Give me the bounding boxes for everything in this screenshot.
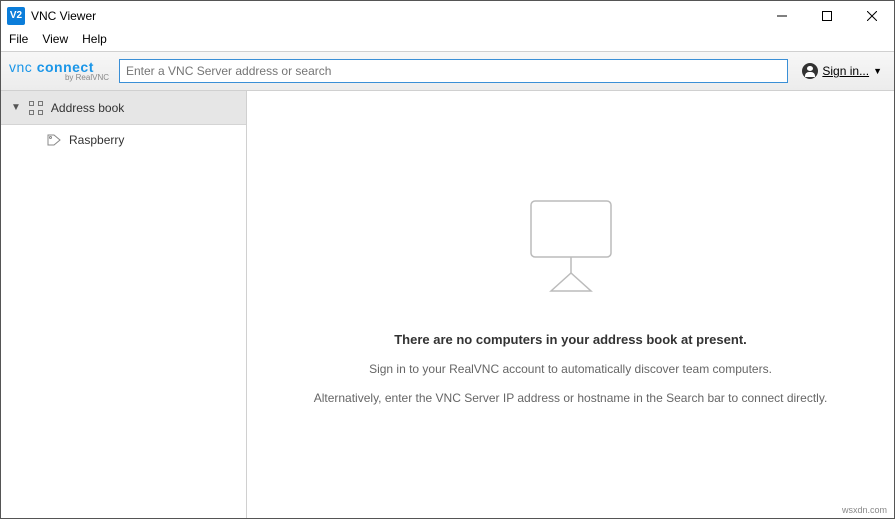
empty-line-2: Alternatively, enter the VNC Server IP a… <box>314 390 828 407</box>
address-book-header[interactable]: ▼ Address book <box>1 91 246 125</box>
menu-view[interactable]: View <box>42 32 68 46</box>
minimize-icon <box>777 11 787 21</box>
main: ▼ Address book Raspberry There are no co… <box>1 91 894 518</box>
chevron-down-icon: ▼ <box>873 66 882 76</box>
monitor-icon <box>516 191 626 304</box>
minimize-button[interactable] <box>759 1 804 31</box>
sidebar-item-label: Raspberry <box>69 133 124 147</box>
app-icon: V2 <box>7 7 25 25</box>
signin-button[interactable]: Sign in... ▼ <box>798 63 886 79</box>
titlebar: V2 VNC Viewer <box>1 1 894 31</box>
close-button[interactable] <box>849 1 894 31</box>
empty-heading: There are no computers in your address b… <box>394 332 747 347</box>
signin-label: Sign in... <box>822 64 869 78</box>
menu-help[interactable]: Help <box>82 32 107 46</box>
empty-line-1: Sign in to your RealVNC account to autom… <box>369 361 772 378</box>
address-book-label: Address book <box>51 101 124 115</box>
logo-text-a: vnc <box>9 59 32 75</box>
search-input[interactable] <box>119 59 788 83</box>
tag-icon <box>47 134 61 146</box>
menu-file[interactable]: File <box>9 32 28 46</box>
sidebar: ▼ Address book Raspberry <box>1 91 247 518</box>
window-title: VNC Viewer <box>31 9 96 23</box>
maximize-icon <box>822 11 832 21</box>
sidebar-item-raspberry[interactable]: Raspberry <box>1 125 246 155</box>
logo: vnc connect by RealVNC <box>9 60 109 82</box>
close-icon <box>867 11 877 21</box>
maximize-button[interactable] <box>804 1 849 31</box>
logo-subtext: by RealVNC <box>9 74 109 82</box>
grid-icon <box>29 101 43 115</box>
toolbar: vnc connect by RealVNC Sign in... ▼ <box>1 51 894 91</box>
chevron-down-icon: ▼ <box>11 102 21 113</box>
content: There are no computers in your address b… <box>247 91 894 518</box>
watermark: wsxdn.com <box>842 505 887 515</box>
menubar: File View Help <box>1 31 894 51</box>
avatar-icon <box>802 63 818 79</box>
